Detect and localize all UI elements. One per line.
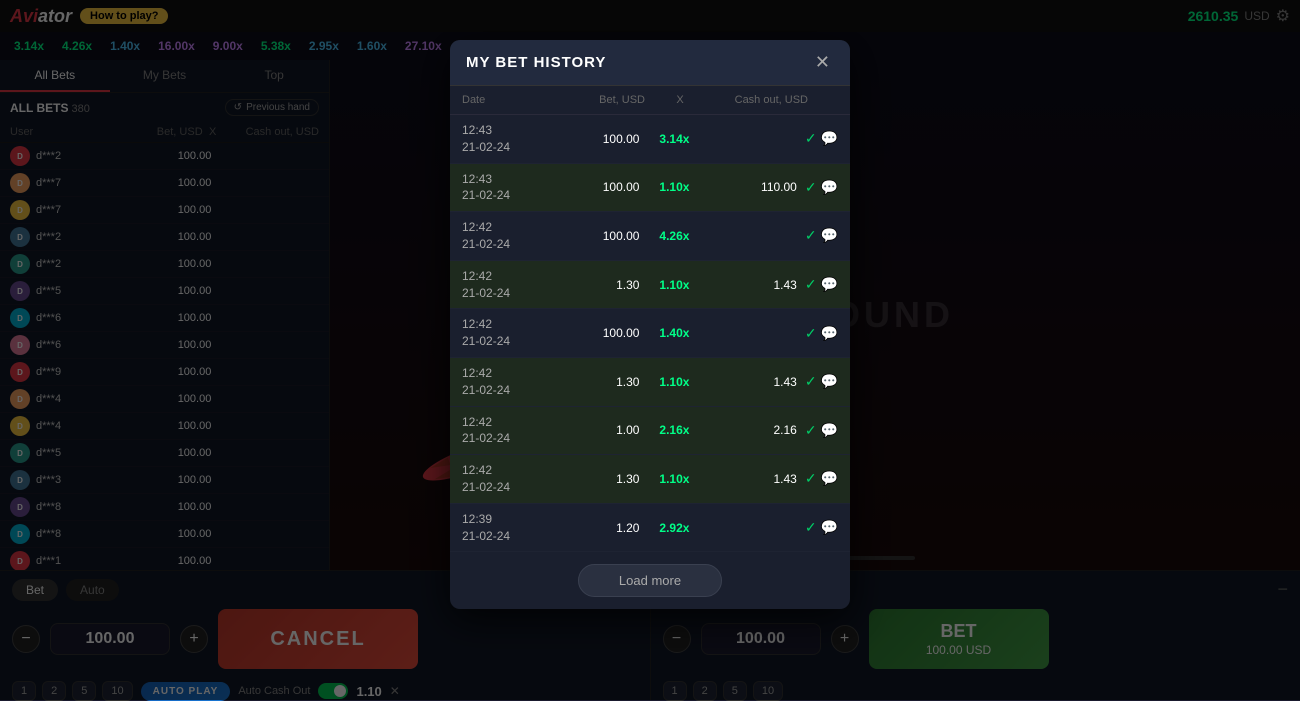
modal-row-date: 12:4321-02-24 xyxy=(462,122,552,156)
load-more-button[interactable]: Load more xyxy=(578,564,722,597)
check-icon: ✓ xyxy=(805,325,817,342)
modal-row: 12:4321-02-24 100.00 3.14x ✓ 💬 xyxy=(450,115,850,164)
modal-row-x: 2.16x xyxy=(639,423,709,437)
modal-row-x: 1.10x xyxy=(639,180,709,194)
modal-row-cashout: 1.43 xyxy=(709,375,796,389)
modal-col-cashout: Cash out, USD xyxy=(715,94,838,106)
chat-icon[interactable]: 💬 xyxy=(821,130,838,147)
modal-row: 12:4221-02-24 100.00 4.26x ✓ 💬 xyxy=(450,212,850,261)
modal-row-date: 12:4221-02-24 xyxy=(462,268,552,302)
modal-row-date: 12:3921-02-24 xyxy=(462,511,552,545)
chat-icon[interactable]: 💬 xyxy=(821,470,838,487)
modal-row-bet: 1.20 xyxy=(552,521,639,535)
modal-row-icons: ✓ 💬 xyxy=(805,179,838,196)
modal-title: MY BET HISTORY xyxy=(466,54,606,71)
modal-row-date: 12:4221-02-24 xyxy=(462,414,552,448)
modal-row-cashout: 1.43 xyxy=(709,278,796,292)
chat-icon[interactable]: 💬 xyxy=(821,179,838,196)
modal-col-bet: Bet, USD xyxy=(552,94,645,106)
modal-header: MY BET HISTORY ✕ xyxy=(450,40,850,86)
modal-close-button[interactable]: ✕ xyxy=(811,52,834,73)
modal-row-icons: ✓ 💬 xyxy=(805,422,838,439)
chat-icon[interactable]: 💬 xyxy=(821,276,838,293)
modal-row-cashout: 2.16 xyxy=(709,423,796,437)
modal-row-x: 1.10x xyxy=(639,472,709,486)
modal-row-icons: ✓ 💬 xyxy=(805,276,838,293)
modal-row-x: 1.10x xyxy=(639,278,709,292)
modal-row-date: 12:4221-02-24 xyxy=(462,219,552,253)
chat-icon[interactable]: 💬 xyxy=(821,325,838,342)
modal-row: 12:3921-02-24 1.20 2.92x ✓ 💬 xyxy=(450,504,850,553)
modal-row-bet: 1.30 xyxy=(552,278,639,292)
modal-col-x: X xyxy=(645,94,715,106)
modal-row-icons: ✓ 💬 xyxy=(805,519,838,536)
modal-row-date: 12:4221-02-24 xyxy=(462,462,552,496)
modal-row-bet: 100.00 xyxy=(552,132,639,146)
modal-row-date: 12:4321-02-24 xyxy=(462,171,552,205)
modal-row: 12:4221-02-24 1.30 1.10x 1.43 ✓ 💬 xyxy=(450,455,850,504)
check-icon: ✓ xyxy=(805,422,817,439)
modal-row: 12:4221-02-24 1.00 2.16x 2.16 ✓ 💬 xyxy=(450,407,850,456)
chat-icon[interactable]: 💬 xyxy=(821,227,838,244)
modal-row-date: 12:4221-02-24 xyxy=(462,316,552,350)
modal-row-bet: 100.00 xyxy=(552,180,639,194)
modal-row-bet: 1.30 xyxy=(552,375,639,389)
modal-col-date: Date xyxy=(462,94,552,106)
modal-row-x: 1.10x xyxy=(639,375,709,389)
modal-row: 12:4321-02-24 100.00 1.10x 110.00 ✓ 💬 xyxy=(450,164,850,213)
bet-history-modal: MY BET HISTORY ✕ Date Bet, USD X Cash ou… xyxy=(450,40,850,609)
modal-row: 12:4221-02-24 1.30 1.10x 1.43 ✓ 💬 xyxy=(450,358,850,407)
check-icon: ✓ xyxy=(805,130,817,147)
modal-row-x: 1.40x xyxy=(639,326,709,340)
modal-row-icons: ✓ 💬 xyxy=(805,373,838,390)
modal-row-date: 12:4221-02-24 xyxy=(462,365,552,399)
modal-row-x: 2.92x xyxy=(639,521,709,535)
modal-row-icons: ✓ 💬 xyxy=(805,227,838,244)
modal-rows: 12:4321-02-24 100.00 3.14x ✓ 💬 12:4321-0… xyxy=(450,115,850,552)
modal-row-x: 4.26x xyxy=(639,229,709,243)
check-icon: ✓ xyxy=(805,470,817,487)
modal-col-headers: Date Bet, USD X Cash out, USD xyxy=(450,86,850,115)
chat-icon[interactable]: 💬 xyxy=(821,422,838,439)
chat-icon[interactable]: 💬 xyxy=(821,373,838,390)
check-icon: ✓ xyxy=(805,373,817,390)
check-icon: ✓ xyxy=(805,227,817,244)
modal-row-icons: ✓ 💬 xyxy=(805,325,838,342)
modal-row-bet: 1.00 xyxy=(552,423,639,437)
chat-icon[interactable]: 💬 xyxy=(821,519,838,536)
check-icon: ✓ xyxy=(805,179,817,196)
modal-row-icons: ✓ 💬 xyxy=(805,130,838,147)
check-icon: ✓ xyxy=(805,276,817,293)
modal-row-x: 3.14x xyxy=(639,132,709,146)
modal-row-bet: 100.00 xyxy=(552,326,639,340)
modal-row-bet: 1.30 xyxy=(552,472,639,486)
modal-row-cashout: 1.43 xyxy=(709,472,796,486)
modal-row: 12:4221-02-24 100.00 1.40x ✓ 💬 xyxy=(450,309,850,358)
check-icon: ✓ xyxy=(805,519,817,536)
modal-row-icons: ✓ 💬 xyxy=(805,470,838,487)
modal-row: 12:4221-02-24 1.30 1.10x 1.43 ✓ 💬 xyxy=(450,261,850,310)
modal-row-bet: 100.00 xyxy=(552,229,639,243)
modal-overlay: MY BET HISTORY ✕ Date Bet, USD X Cash ou… xyxy=(0,0,1300,700)
modal-row-cashout: 110.00 xyxy=(709,180,796,194)
